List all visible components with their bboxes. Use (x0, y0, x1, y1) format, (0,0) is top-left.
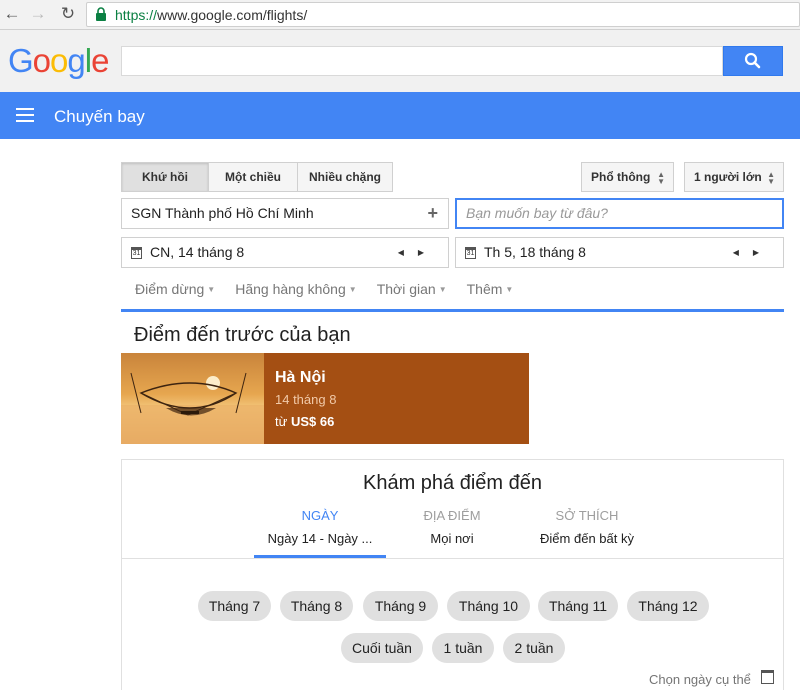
chip-duration[interactable]: 2 tuần (503, 633, 565, 663)
filter-airlines[interactable]: Hãng hàng không ▼ (235, 281, 356, 297)
google-logo[interactable]: Google (8, 42, 109, 80)
tab-location[interactable]: ĐỊA ĐIỂM (387, 508, 517, 523)
arrow-left-icon[interactable]: ← (2, 4, 22, 24)
explore-title: Khám phá điểm đến (362, 472, 542, 494)
logo-letter: o (50, 42, 68, 79)
passengers-value: 1 người lớn (694, 170, 762, 184)
return-date-field[interactable]: 31 Th 5, 18 tháng 8 ◀▶ (455, 237, 784, 268)
destination-city: Hà Nội (275, 369, 326, 386)
browser-toolbar: ← → ↻ https://www.google.com/flights/ (0, 0, 800, 30)
cabin-select[interactable]: Phổ thông ▲ ▼ (581, 162, 674, 192)
origin-value: SGN Thành phố Hồ Chí Minh (131, 205, 314, 221)
filter-stops[interactable]: Điểm dừng ▼ (135, 281, 215, 297)
chip-month[interactable]: Tháng 12 (627, 591, 709, 621)
tab-interests[interactable]: SỞ THÍCH (517, 508, 657, 523)
google-header: Google (0, 30, 800, 92)
pick-specific-date-link[interactable]: Chọn ngày cụ thể (649, 672, 751, 687)
url-scheme: https:// (115, 7, 158, 23)
address-bar[interactable]: https://www.google.com/flights/ (86, 2, 800, 27)
depart-date: CN, 14 tháng 8 (150, 244, 245, 260)
filter-stops-label: Điểm dừng (135, 281, 205, 297)
trip-type-selector: Khứ hồi Một chiều Nhiều chặng (121, 162, 393, 192)
calendar-icon: 31 (131, 247, 142, 259)
chip-duration[interactable]: 1 tuần (432, 633, 494, 663)
destination-date: 14 tháng 8 (275, 392, 337, 407)
updown-icon: ▲ ▼ (767, 170, 775, 186)
calendar-icon: 31 (465, 247, 476, 259)
tab-interests-value[interactable]: Điểm đến bất kỳ (517, 531, 657, 546)
tab-dates[interactable]: NGÀY (254, 508, 386, 523)
filter-bar: Điểm dừng ▼ Hãng hàng không ▼ Thời gian ▼ T… (135, 281, 533, 297)
url-path: www.google.com/flights/ (157, 7, 308, 23)
tab-multi-city[interactable]: Nhiều chặng (297, 162, 393, 192)
updown-icon: ▲ ▼ (657, 170, 665, 186)
price-prefix: từ (275, 414, 288, 429)
logo-letter: e (91, 42, 109, 79)
destination-image (121, 353, 264, 444)
menu-icon[interactable] (16, 108, 34, 122)
chevron-down-icon: ▼ (207, 285, 216, 294)
cabin-value: Phổ thông (591, 170, 651, 184)
calendar-icon[interactable] (761, 670, 774, 684)
return-date: Th 5, 18 tháng 8 (484, 244, 586, 260)
divider (122, 558, 783, 559)
filter-airlines-label: Hãng hàng không (235, 281, 346, 297)
arrow-right-icon[interactable]: → (28, 4, 48, 24)
destination-field[interactable]: Bạn muốn bay từ đâu? (455, 198, 784, 229)
app-title: Chuyến bay (54, 107, 145, 126)
logo-letter: G (8, 42, 34, 79)
tab-dates-value[interactable]: Ngày 14 - Ngày ... (254, 531, 386, 546)
explore-panel: Khám phá điểm đến NGÀY Ngày 14 - Ngày ..… (121, 459, 784, 690)
tab-round-trip[interactable]: Khứ hồi (121, 162, 209, 192)
date-stepper-icon[interactable]: ◀▶ (733, 238, 773, 267)
add-icon[interactable]: + (427, 199, 438, 228)
logo-letter: o (32, 42, 51, 79)
chevron-down-icon: ▼ (348, 285, 357, 294)
chip-month[interactable]: Tháng 10 (447, 591, 530, 621)
date-stepper-icon[interactable]: ◀▶ (398, 238, 438, 267)
chip-month[interactable]: Tháng 11 (538, 591, 618, 621)
chip-month[interactable]: Tháng 8 (280, 591, 353, 621)
logo-letter: g (67, 42, 85, 79)
destination-price: từ US$ 66 (275, 414, 334, 429)
chevron-down-icon: ▼ (505, 285, 514, 294)
depart-date-field[interactable]: 31 CN, 14 tháng 8 ◀▶ (121, 237, 449, 268)
destination-placeholder: Bạn muốn bay từ đâu? (466, 205, 608, 221)
destination-card[interactable]: Hà Nội 14 tháng 8 từ US$ 66 (121, 353, 529, 444)
lock-icon (96, 7, 106, 21)
passengers-select[interactable]: 1 người lớn ▲ ▼ (684, 162, 784, 192)
price-value: US$ 66 (290, 414, 335, 429)
filter-more-label: Thêm (466, 281, 503, 297)
filter-times-label: Thời gian (376, 281, 436, 297)
reload-icon[interactable]: ↻ (58, 4, 78, 24)
search-input[interactable] (121, 46, 723, 76)
address-text: https://www.google.com/flights/ (115, 7, 307, 23)
app-bar: Chuyến bay (0, 92, 800, 139)
chip-duration[interactable]: Cuối tuần (341, 633, 423, 663)
search-button[interactable] (723, 46, 783, 76)
chip-month[interactable]: Tháng 7 (198, 591, 271, 621)
section-title: Điểm đến trước của bạn (134, 324, 351, 346)
tab-location-value[interactable]: Mọi nơi (387, 531, 517, 546)
filter-times[interactable]: Thời gian ▼ (377, 281, 447, 297)
tab-one-way[interactable]: Một chiều (208, 162, 298, 192)
search-icon (744, 52, 761, 69)
origin-field[interactable]: SGN Thành phố Hồ Chí Minh + (121, 198, 449, 229)
filter-more[interactable]: Thêm ▼ (467, 281, 514, 297)
chevron-down-icon: ▼ (438, 285, 447, 294)
chip-month[interactable]: Tháng 9 (363, 591, 438, 621)
divider (121, 309, 784, 312)
